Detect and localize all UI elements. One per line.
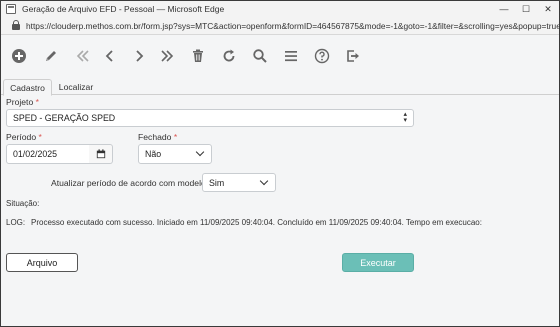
search-icon[interactable] [250, 46, 270, 66]
url-text[interactable]: https://clouderp.methos.com.br/form.jsp?… [26, 21, 559, 31]
maximize-button[interactable]: ☐ [515, 1, 537, 17]
close-button[interactable]: ✕ [537, 1, 559, 17]
tab-cadastro[interactable]: Cadastro [3, 79, 52, 96]
periodo-label: Período * [6, 132, 42, 142]
tab-localizar[interactable]: Localizar [57, 79, 95, 95]
atualizar-label: Atualizar período de acordo com modelo [51, 178, 206, 188]
periodo-label-text: Período [6, 132, 37, 142]
fechado-label: Fechado * [138, 132, 177, 142]
exit-icon[interactable] [343, 46, 363, 66]
title-bar: Geração de Arquivo EFD - Pessoal — Micro… [1, 1, 559, 17]
required-mark: * [38, 132, 42, 142]
add-icon[interactable] [9, 46, 29, 66]
delete-icon[interactable] [188, 46, 208, 66]
projeto-value: SPED - GERAÇÃO SPED [13, 113, 116, 123]
projeto-select[interactable]: SPED - GERAÇÃO SPED ▴ ▾ [6, 109, 414, 127]
projeto-label-text: Projeto [6, 97, 34, 107]
chevron-down-icon [259, 176, 269, 186]
address-bar: https://clouderp.methos.com.br/form.jsp?… [1, 17, 559, 35]
log-label: LOG: [6, 218, 26, 227]
window-controls: — ☐ ✕ [493, 1, 559, 17]
required-mark: * [35, 97, 39, 107]
fechado-value: Não [145, 149, 162, 159]
atualizar-select[interactable]: Sim [202, 173, 276, 192]
executar-button[interactable]: Executar [342, 253, 414, 272]
form-toolbar [1, 36, 559, 76]
tab-bar: Cadastro Localizar [1, 79, 559, 96]
fechado-select[interactable]: Não [138, 144, 212, 164]
fechado-label-text: Fechado [138, 132, 172, 142]
refresh-icon[interactable] [219, 46, 239, 66]
help-icon[interactable] [312, 46, 332, 66]
projeto-label: Projeto * [6, 97, 39, 107]
minimize-button[interactable]: — [493, 1, 515, 17]
app-icon [6, 4, 16, 14]
atualizar-value: Sim [209, 177, 225, 188]
situacao-label: Situação: [6, 199, 40, 208]
previous-icon[interactable] [100, 46, 120, 66]
calendar-icon[interactable] [89, 144, 113, 164]
chevron-down-icon [195, 147, 205, 157]
edit-icon[interactable] [41, 46, 61, 66]
first-icon[interactable] [73, 46, 93, 66]
window-title: Geração de Arquivo EFD - Pessoal — Micro… [22, 4, 225, 14]
select-updown-icon: ▴ ▾ [403, 111, 407, 124]
last-icon[interactable] [157, 46, 177, 66]
menu-icon[interactable] [281, 46, 301, 66]
periodo-value: 01/02/2025 [13, 149, 58, 159]
lock-icon [12, 20, 20, 30]
arquivo-button[interactable]: Arquivo [6, 253, 78, 272]
required-mark: * [173, 132, 178, 142]
log-text: Processo executado com sucesso. Iniciado… [31, 218, 482, 227]
next-icon[interactable] [129, 46, 149, 66]
periodo-input[interactable]: 01/02/2025 [6, 144, 90, 164]
browser-window: Geração de Arquivo EFD - Pessoal — Micro… [0, 0, 560, 327]
